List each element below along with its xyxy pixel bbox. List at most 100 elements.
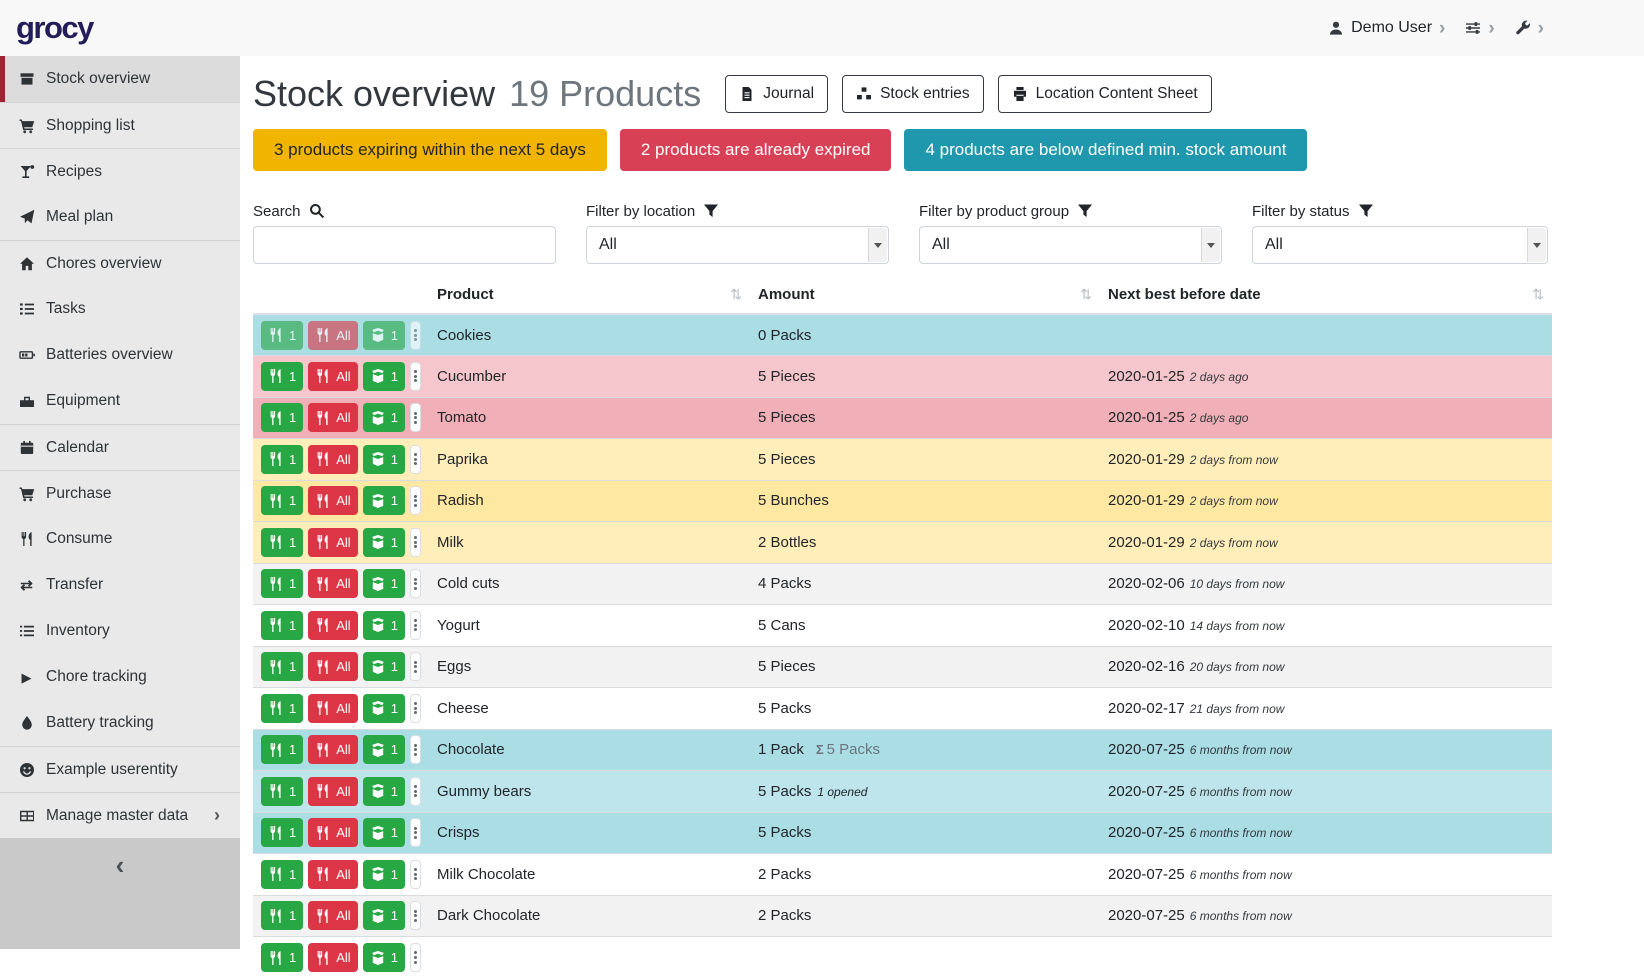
sidebar-item-recipes[interactable]: Recipes [0,148,240,194]
open-one-button[interactable]: 1 [363,860,405,889]
consume-all-button[interactable]: All [308,860,357,889]
admin-menu[interactable]: › [1515,19,1544,38]
row-menu-button[interactable] [410,445,421,474]
consume-one-button[interactable]: 1 [261,569,303,598]
consume-all-button[interactable]: All [308,901,357,930]
sidebar-item-equipment[interactable]: Equipment [0,378,240,424]
sidebar-item-calendar[interactable]: Calendar [0,424,240,470]
row-menu-button[interactable] [410,403,421,432]
consume-all-button[interactable]: All [308,486,357,515]
location-select[interactable]: All [586,226,889,264]
sidebar-item-inventory[interactable]: Inventory [0,608,240,654]
open-one-button[interactable]: 1 [363,818,405,847]
open-one-button[interactable]: 1 [363,362,405,391]
row-menu-button[interactable] [410,321,421,350]
consume-all-button[interactable]: All [308,445,357,474]
consume-all-button[interactable]: All [308,569,357,598]
open-one-button[interactable]: 1 [363,445,405,474]
status-select[interactable]: All [1252,226,1548,264]
row-menu-button[interactable] [410,694,421,723]
column-next-best-before-date[interactable]: Next best before date⇅ [1100,274,1552,314]
consume-one-button[interactable]: 1 [261,652,303,681]
open-one-button[interactable]: 1 [363,403,405,432]
consume-all-button[interactable]: All [308,403,357,432]
consume-all-button[interactable]: All [308,611,357,640]
consume-all-button[interactable]: All [308,694,357,723]
alert-banner-1[interactable]: 3 products expiring within the next 5 da… [253,129,607,171]
row-menu-button[interactable] [410,943,421,972]
consume-one-button[interactable]: 1 [261,486,303,515]
open-one-button[interactable]: 1 [363,486,405,515]
open-one-button[interactable]: 1 [363,321,405,350]
consume-one-button[interactable]: 1 [261,901,303,930]
consume-one-button[interactable]: 1 [261,943,303,972]
row-menu-button[interactable] [410,818,421,847]
consume-all-button[interactable]: All [308,735,357,764]
sidebar-item-example-userentity[interactable]: Example userentity [0,746,240,792]
sidebar-collapse-button[interactable]: ‹ [0,838,240,949]
sidebar-item-meal-plan[interactable]: Meal plan [0,194,240,240]
app-logo[interactable]: grocy [16,10,93,46]
sidebar-item-stock-overview[interactable]: Stock overview [0,56,240,102]
consume-all-button[interactable]: All [308,321,357,350]
sidebar-item-purchase[interactable]: Purchase [0,470,240,516]
open-one-button[interactable]: 1 [363,569,405,598]
column-product[interactable]: Product⇅ [429,274,750,314]
location-content-sheet-button[interactable]: Location Content Sheet [998,75,1212,113]
row-menu-button[interactable] [410,652,421,681]
settings-menu[interactable]: › [1465,19,1494,38]
row-menu-button[interactable] [410,860,421,889]
consume-all-button[interactable]: All [308,362,357,391]
journal-button[interactable]: Journal [725,75,828,113]
row-menu-button[interactable] [410,611,421,640]
user-menu[interactable]: Demo User › [1328,19,1445,38]
search-input[interactable] [253,226,556,264]
consume-all-button[interactable]: All [308,528,357,557]
row-menu-button[interactable] [410,569,421,598]
alert-banner-2[interactable]: 2 products are already expired [620,129,892,171]
open-one-button[interactable]: 1 [363,943,405,972]
alert-banner-3[interactable]: 4 products are below defined min. stock … [904,129,1307,171]
row-menu-button[interactable] [410,362,421,391]
row-menu-button[interactable] [410,777,421,806]
consume-one-button[interactable]: 1 [261,445,303,474]
consume-one-button[interactable]: 1 [261,735,303,764]
sidebar-item-battery-tracking[interactable]: Battery tracking [0,700,240,746]
row-menu-button[interactable] [410,528,421,557]
open-one-button[interactable]: 1 [363,735,405,764]
consume-one-button[interactable]: 1 [261,362,303,391]
row-menu-button[interactable] [410,486,421,515]
sidebar-item-manage-master-data[interactable]: Manage master data› [0,792,240,838]
open-one-button[interactable]: 1 [363,694,405,723]
amount-cell: 5 Pieces [750,356,1100,398]
product-group-select[interactable]: All [919,226,1222,264]
column-amount[interactable]: Amount⇅ [750,274,1100,314]
sidebar-item-batteries-overview[interactable]: Batteries overview [0,332,240,378]
sidebar-item-tasks[interactable]: Tasks [0,286,240,332]
row-menu-button[interactable] [410,901,421,930]
consume-all-button[interactable]: All [308,652,357,681]
open-one-button[interactable]: 1 [363,901,405,930]
consume-one-button[interactable]: 1 [261,528,303,557]
stock-entries-button[interactable]: Stock entries [842,75,984,113]
consume-one-button[interactable]: 1 [261,777,303,806]
consume-all-button[interactable]: All [308,777,357,806]
consume-one-button[interactable]: 1 [261,860,303,889]
sidebar-item-shopping-list[interactable]: Shopping list [0,102,240,148]
sidebar-item-transfer[interactable]: ⇄Transfer [0,562,240,608]
sidebar-item-chores-overview[interactable]: Chores overview [0,240,240,286]
consume-all-button[interactable]: All [308,943,357,972]
consume-one-button[interactable]: 1 [261,611,303,640]
consume-one-button[interactable]: 1 [261,694,303,723]
consume-one-button[interactable]: 1 [261,321,303,350]
consume-one-button[interactable]: 1 [261,403,303,432]
consume-all-button[interactable]: All [308,818,357,847]
sidebar-item-consume[interactable]: Consume [0,516,240,562]
open-one-button[interactable]: 1 [363,652,405,681]
open-one-button[interactable]: 1 [363,777,405,806]
open-one-button[interactable]: 1 [363,528,405,557]
sidebar-item-chore-tracking[interactable]: ▶Chore tracking [0,654,240,700]
row-menu-button[interactable] [410,735,421,764]
consume-one-button[interactable]: 1 [261,818,303,847]
open-one-button[interactable]: 1 [363,611,405,640]
